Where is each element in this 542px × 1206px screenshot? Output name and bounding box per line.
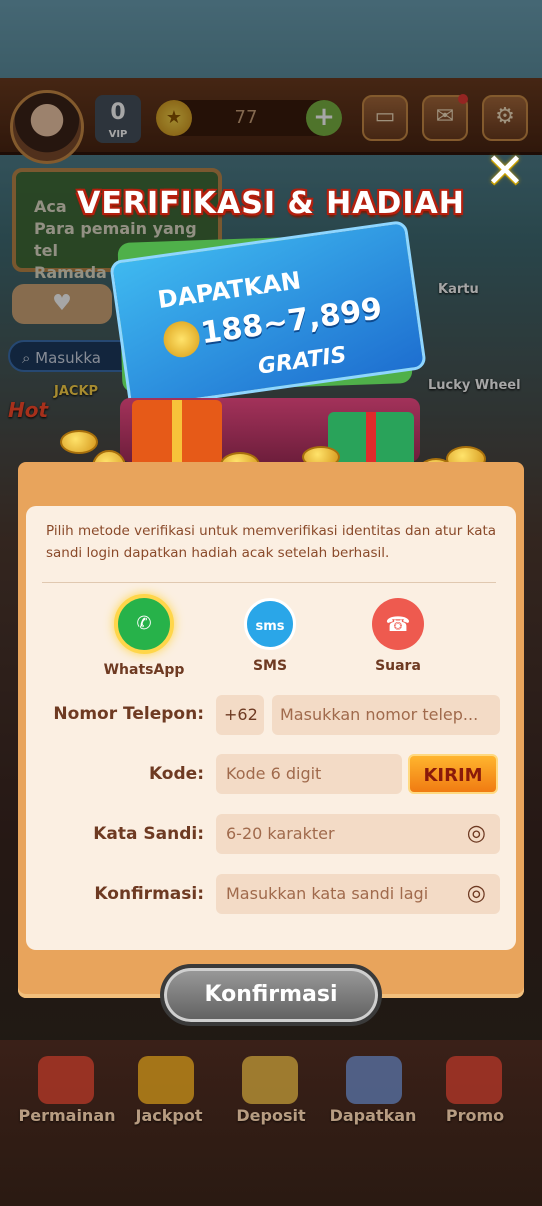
nav-dapatkan[interactable]: Dapatkan xyxy=(318,1106,428,1125)
trophy-icon xyxy=(138,1056,194,1104)
confirm-password-placeholder: Masukkan kata sandi lagi xyxy=(226,884,429,903)
code-input[interactable]: Kode 6 digit xyxy=(216,754,402,794)
search-placeholder: Masukka xyxy=(35,349,101,367)
close-icon: ✕ xyxy=(484,143,526,199)
sms-icon: sms xyxy=(244,598,296,650)
password-placeholder: 6-20 karakter xyxy=(226,824,335,843)
mail-button[interactable]: ✉ xyxy=(422,94,468,141)
password-label: Kata Sandi: xyxy=(93,824,204,844)
card-free-label: GRATIS xyxy=(256,342,349,380)
gear-icon: ⚙ xyxy=(495,104,515,129)
password-input[interactable]: 6-20 karakter ◎ xyxy=(216,814,500,854)
nav-jackpot[interactable]: Jackpot xyxy=(114,1106,224,1125)
method-sms[interactable]: sms SMS xyxy=(220,598,320,674)
method-label: WhatsApp xyxy=(103,662,185,678)
games-icon xyxy=(38,1056,94,1104)
phone-input[interactable]: Masukkan nomor telep... xyxy=(272,695,500,735)
verification-description: Pilih metode verifikasi untuk memverifik… xyxy=(46,523,497,561)
nav-deposit[interactable]: Deposit xyxy=(216,1106,326,1125)
favorites-button[interactable]: ♥ xyxy=(12,284,112,324)
vip-label: VIP xyxy=(108,129,128,140)
coin-icon xyxy=(60,430,98,454)
dialog-title: VERIFIKASI & HADIAH xyxy=(77,186,465,221)
method-label: SMS xyxy=(252,658,288,674)
jackpot-label: JACKP xyxy=(54,384,99,399)
deposit-icon xyxy=(242,1056,298,1104)
settings-button[interactable]: ⚙ xyxy=(482,95,528,141)
wallet-icon: ▭ xyxy=(374,104,396,129)
nav-promo[interactable]: Promo xyxy=(420,1106,530,1125)
confirm-button[interactable]: Konfirmasi xyxy=(160,964,382,1026)
phone-icon xyxy=(346,1056,402,1104)
gift-icon xyxy=(446,1056,502,1104)
whatsapp-icon: ✆ xyxy=(114,594,174,654)
close-button[interactable]: ✕ xyxy=(480,146,530,196)
avatar[interactable] xyxy=(10,90,84,164)
heart-icon: ♥ xyxy=(52,291,72,316)
eye-off-icon[interactable]: ◎ xyxy=(467,874,486,914)
add-coins-button[interactable]: + xyxy=(306,100,342,136)
hot-label: Hot xyxy=(8,398,49,422)
nav-permainan[interactable]: Permainan xyxy=(12,1106,122,1125)
notification-dot xyxy=(458,94,468,104)
coin-icon: ★ xyxy=(156,100,192,136)
confirm-password-input[interactable]: Masukkan kata sandi lagi ◎ xyxy=(216,874,500,914)
method-voice[interactable]: ☎ Suara xyxy=(348,598,448,674)
vip-level: 0 xyxy=(110,100,126,125)
phone-label: Nomor Telepon: xyxy=(53,704,204,724)
side-item-lucky-wheel[interactable]: Lucky Wheel xyxy=(428,378,521,393)
eye-off-icon[interactable]: ◎ xyxy=(467,814,486,854)
phone-voice-icon: ☎ xyxy=(372,598,424,650)
method-whatsapp[interactable]: ✆ WhatsApp xyxy=(94,594,194,678)
mail-icon: ✉ xyxy=(435,104,455,129)
divider xyxy=(42,582,496,583)
side-item-kartu[interactable]: Kartu xyxy=(438,282,479,297)
method-label: Suara xyxy=(375,658,421,674)
send-code-button[interactable]: KIRIM xyxy=(408,754,498,794)
code-label: Kode: xyxy=(148,764,204,784)
coin-icon xyxy=(161,318,202,360)
coin-balance: ★ 77 + xyxy=(156,100,342,136)
vip-badge[interactable]: 0 VIP xyxy=(95,95,141,143)
gift-box-icon xyxy=(328,412,414,468)
confirm-password-label: Konfirmasi: xyxy=(94,884,204,904)
country-code-select[interactable]: +62 xyxy=(216,695,264,735)
wallet-button[interactable]: ▭ xyxy=(362,95,408,141)
coin-value: 77 xyxy=(234,107,258,128)
